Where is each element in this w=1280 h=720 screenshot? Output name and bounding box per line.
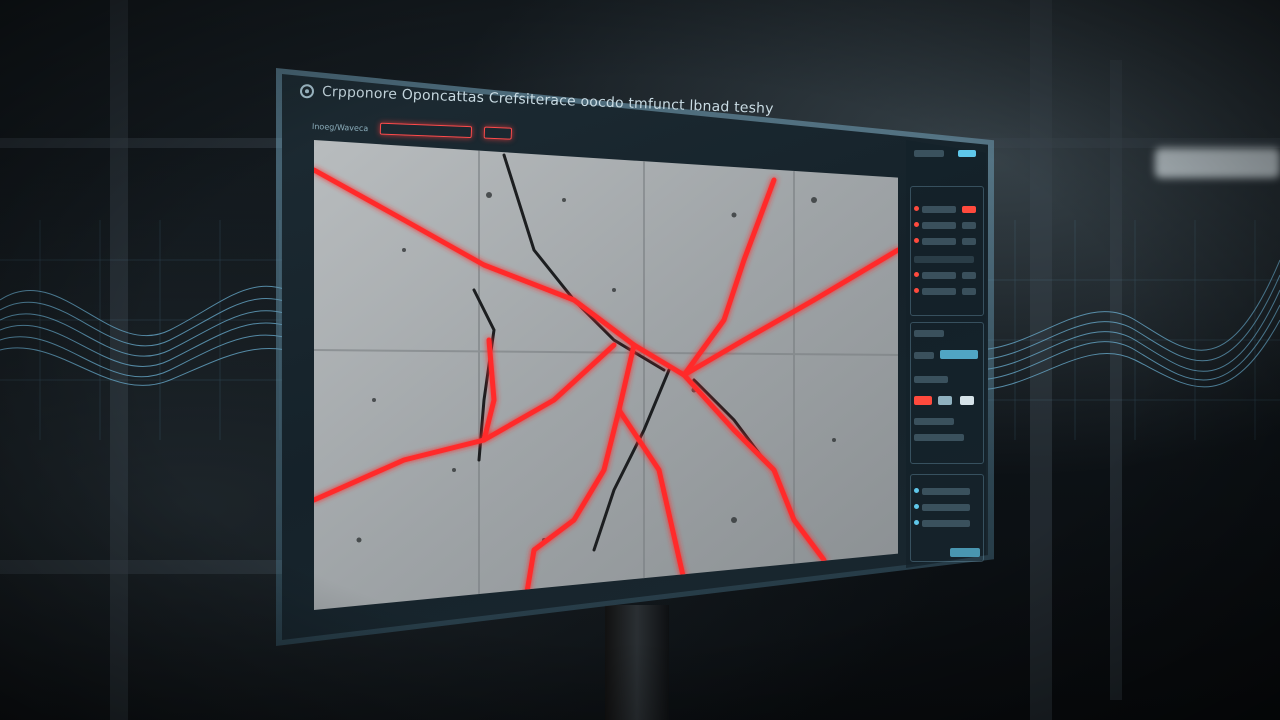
result-row[interactable] bbox=[922, 288, 956, 295]
toggle-button[interactable] bbox=[938, 396, 952, 405]
status-dot-icon bbox=[914, 288, 919, 293]
status-dot-icon bbox=[914, 206, 919, 211]
apply-button[interactable] bbox=[950, 548, 980, 557]
slider-control[interactable] bbox=[940, 350, 978, 359]
waveform-right bbox=[975, 220, 1280, 440]
record-button[interactable] bbox=[914, 396, 932, 405]
result-value bbox=[962, 272, 976, 279]
section-divider-label bbox=[914, 256, 974, 263]
ceiling-lamp bbox=[1155, 148, 1280, 178]
mode-tab[interactable] bbox=[483, 126, 513, 140]
app-logo-icon bbox=[299, 84, 315, 99]
analysis-tab[interactable] bbox=[380, 122, 473, 139]
list-item[interactable] bbox=[922, 488, 970, 495]
crack-image-viewport[interactable] bbox=[314, 140, 898, 610]
result-value bbox=[962, 238, 976, 245]
status-dot-icon bbox=[914, 504, 919, 509]
result-row[interactable] bbox=[922, 222, 956, 229]
result-value bbox=[962, 206, 976, 213]
result-row[interactable] bbox=[922, 272, 956, 279]
control-label bbox=[914, 376, 948, 383]
result-value bbox=[962, 288, 976, 295]
status-dot-icon bbox=[914, 488, 919, 493]
controls-header bbox=[914, 330, 944, 337]
panel-header-badge bbox=[958, 150, 976, 157]
background-beam bbox=[0, 560, 320, 574]
result-row[interactable] bbox=[922, 206, 956, 213]
list-item[interactable] bbox=[922, 520, 970, 527]
settings-button[interactable] bbox=[960, 396, 974, 405]
status-dot-icon bbox=[914, 222, 919, 227]
status-dot-icon bbox=[914, 238, 919, 243]
control-label bbox=[914, 352, 934, 359]
monitor-stand bbox=[605, 605, 669, 720]
list-item[interactable] bbox=[922, 504, 970, 511]
status-dot-icon bbox=[914, 520, 919, 525]
concrete-image bbox=[314, 140, 898, 610]
panel-header-text bbox=[914, 150, 944, 157]
panel-section-controls bbox=[910, 322, 984, 464]
control-label bbox=[914, 418, 954, 425]
status-dot-icon bbox=[914, 272, 919, 277]
result-value bbox=[962, 222, 976, 229]
control-label bbox=[914, 434, 964, 441]
result-row[interactable] bbox=[922, 238, 956, 245]
waveform-left bbox=[0, 220, 320, 440]
image-tab-label[interactable]: Inoeg/Waveca bbox=[312, 122, 369, 133]
